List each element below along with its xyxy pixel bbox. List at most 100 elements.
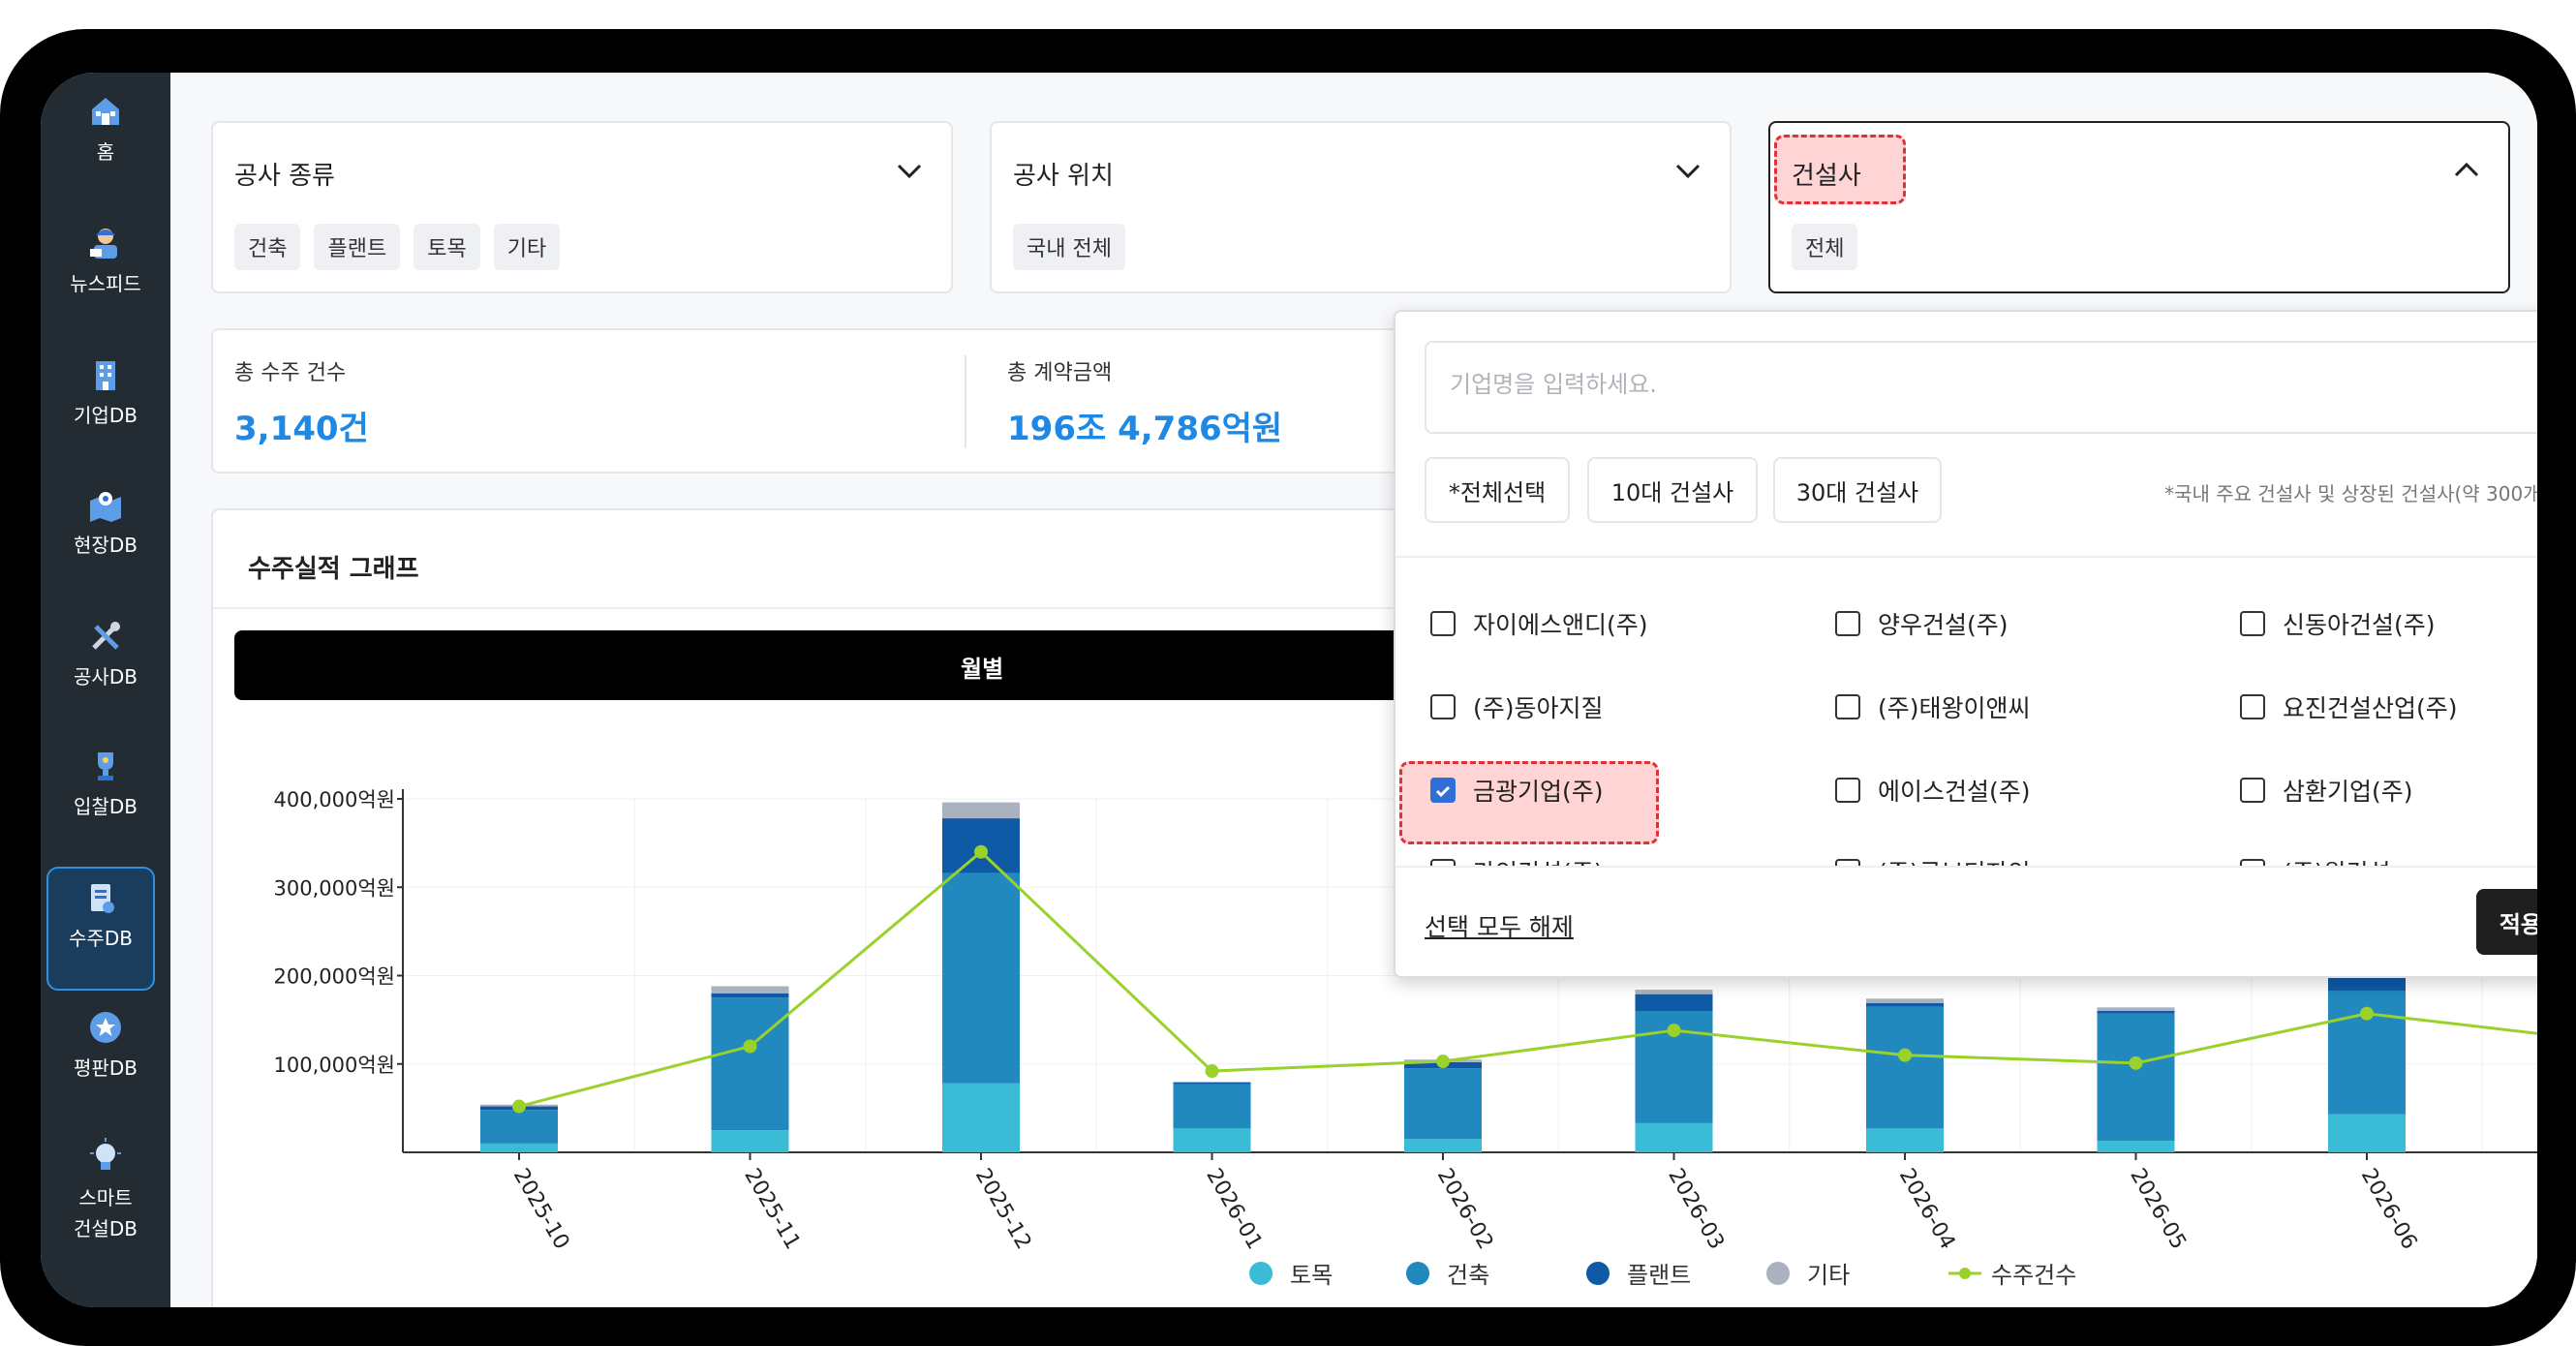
company-checkbox-checked[interactable]: 금광기업(주) xyxy=(1430,773,1604,808)
bar-토목 xyxy=(1173,1128,1251,1152)
bar-토목 xyxy=(1404,1139,1482,1152)
sidebar-item-label: 뉴스피드 xyxy=(70,272,141,295)
legend-order-count: 수주건수 xyxy=(1948,1256,2076,1290)
bar-플랜트 xyxy=(1866,1002,1944,1007)
y-tick-label: 200,000억원 xyxy=(274,965,395,989)
checkbox[interactable] xyxy=(1430,694,1456,719)
company-checkbox[interactable]: (주)동아지질 xyxy=(1430,689,1604,724)
stat-label: 총 수주 건수 xyxy=(234,361,347,385)
sidebar-item-construction-db[interactable]: 공사DB xyxy=(41,617,170,692)
chip: 기타 xyxy=(493,224,561,270)
filter-construction-location[interactable]: 공사 위치 국내 전체 xyxy=(990,121,1732,293)
bar-기타 xyxy=(2097,1007,2175,1011)
checkbox[interactable] xyxy=(2240,694,2265,719)
legend-building: 건축 xyxy=(1406,1256,1489,1290)
company-search-input[interactable] xyxy=(1448,370,2517,399)
filter-title: 공사 위치 xyxy=(1013,162,1114,191)
chip: 토목 xyxy=(414,224,480,270)
company-dropdown-panel: *전체선택 10대 건설사 30대 건설사 *국내 주요 건설사 및 상장된 건… xyxy=(1394,310,2537,978)
sidebar-item-label: 평판DB xyxy=(74,1056,138,1080)
company-checkbox[interactable]: 신동아건설(주) xyxy=(2240,606,2436,641)
sidebar-item-home[interactable]: 홈 xyxy=(41,92,170,168)
checkbox[interactable] xyxy=(1835,778,1860,803)
company-name: (주)태왕이앤씨 xyxy=(1878,694,2031,722)
company-checkbox[interactable]: (주)태왕이앤씨 xyxy=(1835,689,2031,724)
top30-button[interactable]: 30대 건설사 xyxy=(1773,457,1942,523)
company-checkbox[interactable]: 에이스건설(주) xyxy=(1835,773,2031,808)
bar-플랜트 xyxy=(1635,994,1713,1011)
bar-기타 xyxy=(942,802,1020,819)
sidebar-item-label: 공사DB xyxy=(74,665,138,688)
sidebar-item-order-db[interactable]: 수주DB xyxy=(46,867,155,991)
sidebar-item-label: 스마트 xyxy=(78,1186,133,1209)
checkbox[interactable] xyxy=(1835,611,1860,636)
chip: 국내 전체 xyxy=(1013,224,1125,270)
company-checkbox-list: 자이에스앤디(주) 양우건설(주) 신동아건설(주) (주)동아지질 (주)태왕… xyxy=(1395,556,2537,868)
chevron-down-icon[interactable] xyxy=(893,156,926,185)
main-content: 공사 종류 건축 플랜트 토목 기타 공사 위치 국내 전체 건설사 전체 총 … xyxy=(170,73,2537,1307)
hand-cursor-icon xyxy=(2530,920,2537,1017)
tools-icon xyxy=(92,622,120,650)
bar-건축 xyxy=(1173,1084,1251,1129)
trophy-icon xyxy=(98,752,113,780)
clear-selection-link[interactable]: 선택 모두 해제 xyxy=(1425,908,1574,943)
company-checkbox[interactable]: 자이에스앤디(주) xyxy=(1430,606,1648,641)
company-list-note: *국내 주요 건설사 및 상장된 건설사(약 300개 건설사) xyxy=(2164,482,2537,505)
filter-construction-type[interactable]: 공사 종류 건축 플랜트 토목 기타 xyxy=(211,121,953,293)
bar-토목 xyxy=(1635,1122,1713,1152)
bar-건축 xyxy=(942,872,1020,1084)
checkbox[interactable] xyxy=(2240,611,2265,636)
sidebar: 홈 뉴스피드 기업DB 현장DB 공사DB 입찰DB 수주DB 평판DB 스마트… xyxy=(41,73,170,1307)
company-checkbox[interactable]: 삼환기업(주) xyxy=(2240,773,2413,808)
filter-chips: 전체 xyxy=(1792,224,1858,270)
stat-total-amount: 총 계약금액 196조 4,786억원 xyxy=(1007,355,1282,449)
site-map-icon xyxy=(90,492,121,522)
bar-기타 xyxy=(711,986,789,994)
select-all-button[interactable]: *전체선택 xyxy=(1425,457,1570,523)
apply-button[interactable]: 적용하기 xyxy=(2476,889,2537,955)
filter-title: 건설사 xyxy=(1792,162,1861,191)
stat-value: 196조 4,786억원 xyxy=(1007,410,1283,448)
bar-플랜트 xyxy=(711,993,789,998)
checkbox-checked[interactable] xyxy=(1430,778,1456,803)
top10-button[interactable]: 10대 건설사 xyxy=(1587,457,1758,523)
bar-토목 xyxy=(711,1130,789,1152)
x-tick-label: 2025-11 xyxy=(739,1165,805,1254)
x-tick-label: 2025-12 xyxy=(970,1165,1036,1254)
x-tick-label: 2025-10 xyxy=(508,1165,574,1254)
sidebar-item-label: 홈 xyxy=(96,140,115,164)
checkbox[interactable] xyxy=(2240,778,2265,803)
legend-label: 수주건수 xyxy=(1991,1262,2077,1289)
bar-기타 xyxy=(1635,990,1713,994)
checkbox[interactable] xyxy=(1430,611,1456,636)
chevron-up-icon[interactable] xyxy=(2450,156,2483,185)
sidebar-item-site-db[interactable]: 현장DB xyxy=(41,485,170,561)
sidebar-item-bid-db[interactable]: 입찰DB xyxy=(41,747,170,822)
newsfeed-icon xyxy=(90,229,117,259)
legend-label: 기타 xyxy=(1807,1262,1851,1289)
chevron-down-icon[interactable] xyxy=(1671,156,1704,185)
sidebar-item-label: 입찰DB xyxy=(74,795,138,818)
building-icon xyxy=(96,361,115,390)
filter-construction-company[interactable]: 건설사 전체 xyxy=(1768,121,2510,293)
sidebar-item-company-db[interactable]: 기업DB xyxy=(41,355,170,431)
x-tick-label: 2026-01 xyxy=(1201,1165,1267,1254)
company-checkbox[interactable]: 요진건설산업(주) xyxy=(2240,689,2458,724)
legend-label: 건축 xyxy=(1447,1262,1490,1289)
company-checkbox[interactable]: 양우건설(주) xyxy=(1835,606,2009,641)
app-screen: 홈 뉴스피드 기업DB 현장DB 공사DB 입찰DB 수주DB 평판DB 스마트… xyxy=(41,73,2537,1307)
bar-기타 xyxy=(1866,998,1944,1003)
sidebar-item-label: 현장DB xyxy=(74,534,138,557)
sidebar-item-smart-construction-db[interactable]: 스마트 건설DB xyxy=(41,1138,170,1244)
line-point xyxy=(2129,1055,2143,1070)
company-name: 양우건설(주) xyxy=(1878,611,2009,639)
checkbox[interactable] xyxy=(1835,694,1860,719)
bar-토목 xyxy=(942,1083,1020,1152)
check-icon xyxy=(1435,785,1451,798)
legend-swatch xyxy=(1406,1261,1429,1285)
sidebar-item-newsfeed[interactable]: 뉴스피드 xyxy=(41,224,170,299)
document-icon xyxy=(91,884,114,913)
chip: 전체 xyxy=(1792,224,1858,270)
sidebar-item-reputation-db[interactable]: 평판DB xyxy=(41,1008,170,1084)
x-tick-label: 2026-06 xyxy=(2356,1165,2422,1254)
